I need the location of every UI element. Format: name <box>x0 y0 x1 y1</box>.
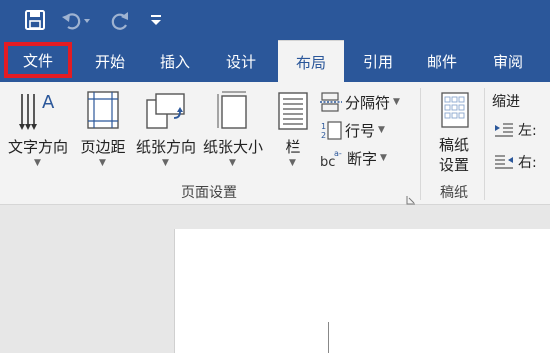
breaks-icon <box>320 92 342 112</box>
tab-mailings[interactable]: 邮件 <box>412 40 472 82</box>
redo-icon[interactable] <box>108 8 132 32</box>
columns-icon <box>278 92 308 130</box>
indent-left-icon <box>495 123 513 137</box>
orientation-icon <box>146 93 185 129</box>
breaks-button[interactable]: 分隔符 ▼ <box>320 90 414 114</box>
text-direction-button[interactable]: A 文字方向 ▼ <box>4 88 72 180</box>
hyphenation-label: 断字 <box>347 149 378 168</box>
margins-button[interactable]: 页边距 ▼ <box>74 88 132 180</box>
svg-text:A: A <box>42 92 55 113</box>
columns-label: 栏 <box>285 138 301 156</box>
indent-right-label: 右: <box>518 155 537 171</box>
tab-references[interactable]: 引用 <box>348 40 408 82</box>
customize-icon[interactable] <box>146 10 166 30</box>
chevron-down-icon: ▼ <box>162 158 169 168</box>
orientation-button[interactable]: 纸张方向 ▼ <box>132 88 200 180</box>
orientation-label: 纸张方向 <box>135 138 196 156</box>
breaks-label: 分隔符 <box>345 93 391 112</box>
text-direction-icon: A <box>19 92 55 130</box>
line-numbers-button[interactable]: 1 2 行号 ▼ <box>320 118 414 142</box>
size-button[interactable]: 纸张大小 ▼ <box>200 88 266 180</box>
text-cursor <box>328 322 329 353</box>
manuscript-icon <box>441 92 469 128</box>
manuscript-settings-button[interactable]: 稿纸 设置 <box>428 88 480 176</box>
chevron-down-icon: ▼ <box>229 158 236 168</box>
undo-icon[interactable] <box>60 8 94 32</box>
margins-label: 页边距 <box>80 138 126 156</box>
page-setup-group-title: 页面设置 <box>181 185 237 201</box>
columns-button[interactable]: 栏 ▼ <box>272 88 314 180</box>
tab-design[interactable]: 设计 <box>210 40 272 82</box>
indent-right-row[interactable]: 右: <box>494 152 537 172</box>
line-numbers-label: 行号 <box>345 121 376 140</box>
manuscript-label-line2: 设置 <box>438 156 469 174</box>
hyphenation-icon: bc a- <box>320 149 342 168</box>
document-page[interactable] <box>174 229 550 353</box>
svg-text:2: 2 <box>321 131 326 140</box>
chevron-down-icon: ▼ <box>378 125 385 135</box>
dialog-launcher-icon[interactable] <box>406 190 416 205</box>
tab-home[interactable]: 开始 <box>80 40 140 82</box>
chevron-down-icon: ▼ <box>393 97 400 107</box>
hyphenation-button[interactable]: bc a- 断字 ▼ <box>320 146 414 170</box>
manuscript-label-line1: 稿纸 <box>438 136 469 154</box>
indent-right-icon <box>495 155 513 169</box>
chevron-down-icon: ▼ <box>34 158 41 168</box>
manuscript-group-title: 稿纸 <box>440 185 468 201</box>
tab-review[interactable]: 审阅 <box>478 40 538 82</box>
indent-left-label: 左: <box>518 123 537 139</box>
chevron-down-icon: ▼ <box>380 153 387 163</box>
tab-layout[interactable]: 布局 <box>278 40 344 83</box>
svg-text:1: 1 <box>321 122 326 131</box>
line-numbers-icon: 1 2 <box>321 121 342 140</box>
size-label: 纸张大小 <box>202 138 263 156</box>
svg-text:a-: a- <box>334 149 342 158</box>
margins-icon <box>87 91 119 129</box>
text-direction-label: 文字方向 <box>7 138 68 156</box>
tab-insert[interactable]: 插入 <box>145 40 205 82</box>
indent-label: 缩进 <box>492 94 520 110</box>
indent-left-row[interactable]: 左: <box>494 120 537 140</box>
chevron-down-icon: ▼ <box>289 158 296 168</box>
save-icon[interactable] <box>22 8 48 32</box>
highlight-box <box>4 42 72 78</box>
size-icon <box>217 91 247 129</box>
group-separator <box>484 88 485 200</box>
chevron-down-icon: ▼ <box>99 158 106 168</box>
group-separator <box>420 88 421 200</box>
